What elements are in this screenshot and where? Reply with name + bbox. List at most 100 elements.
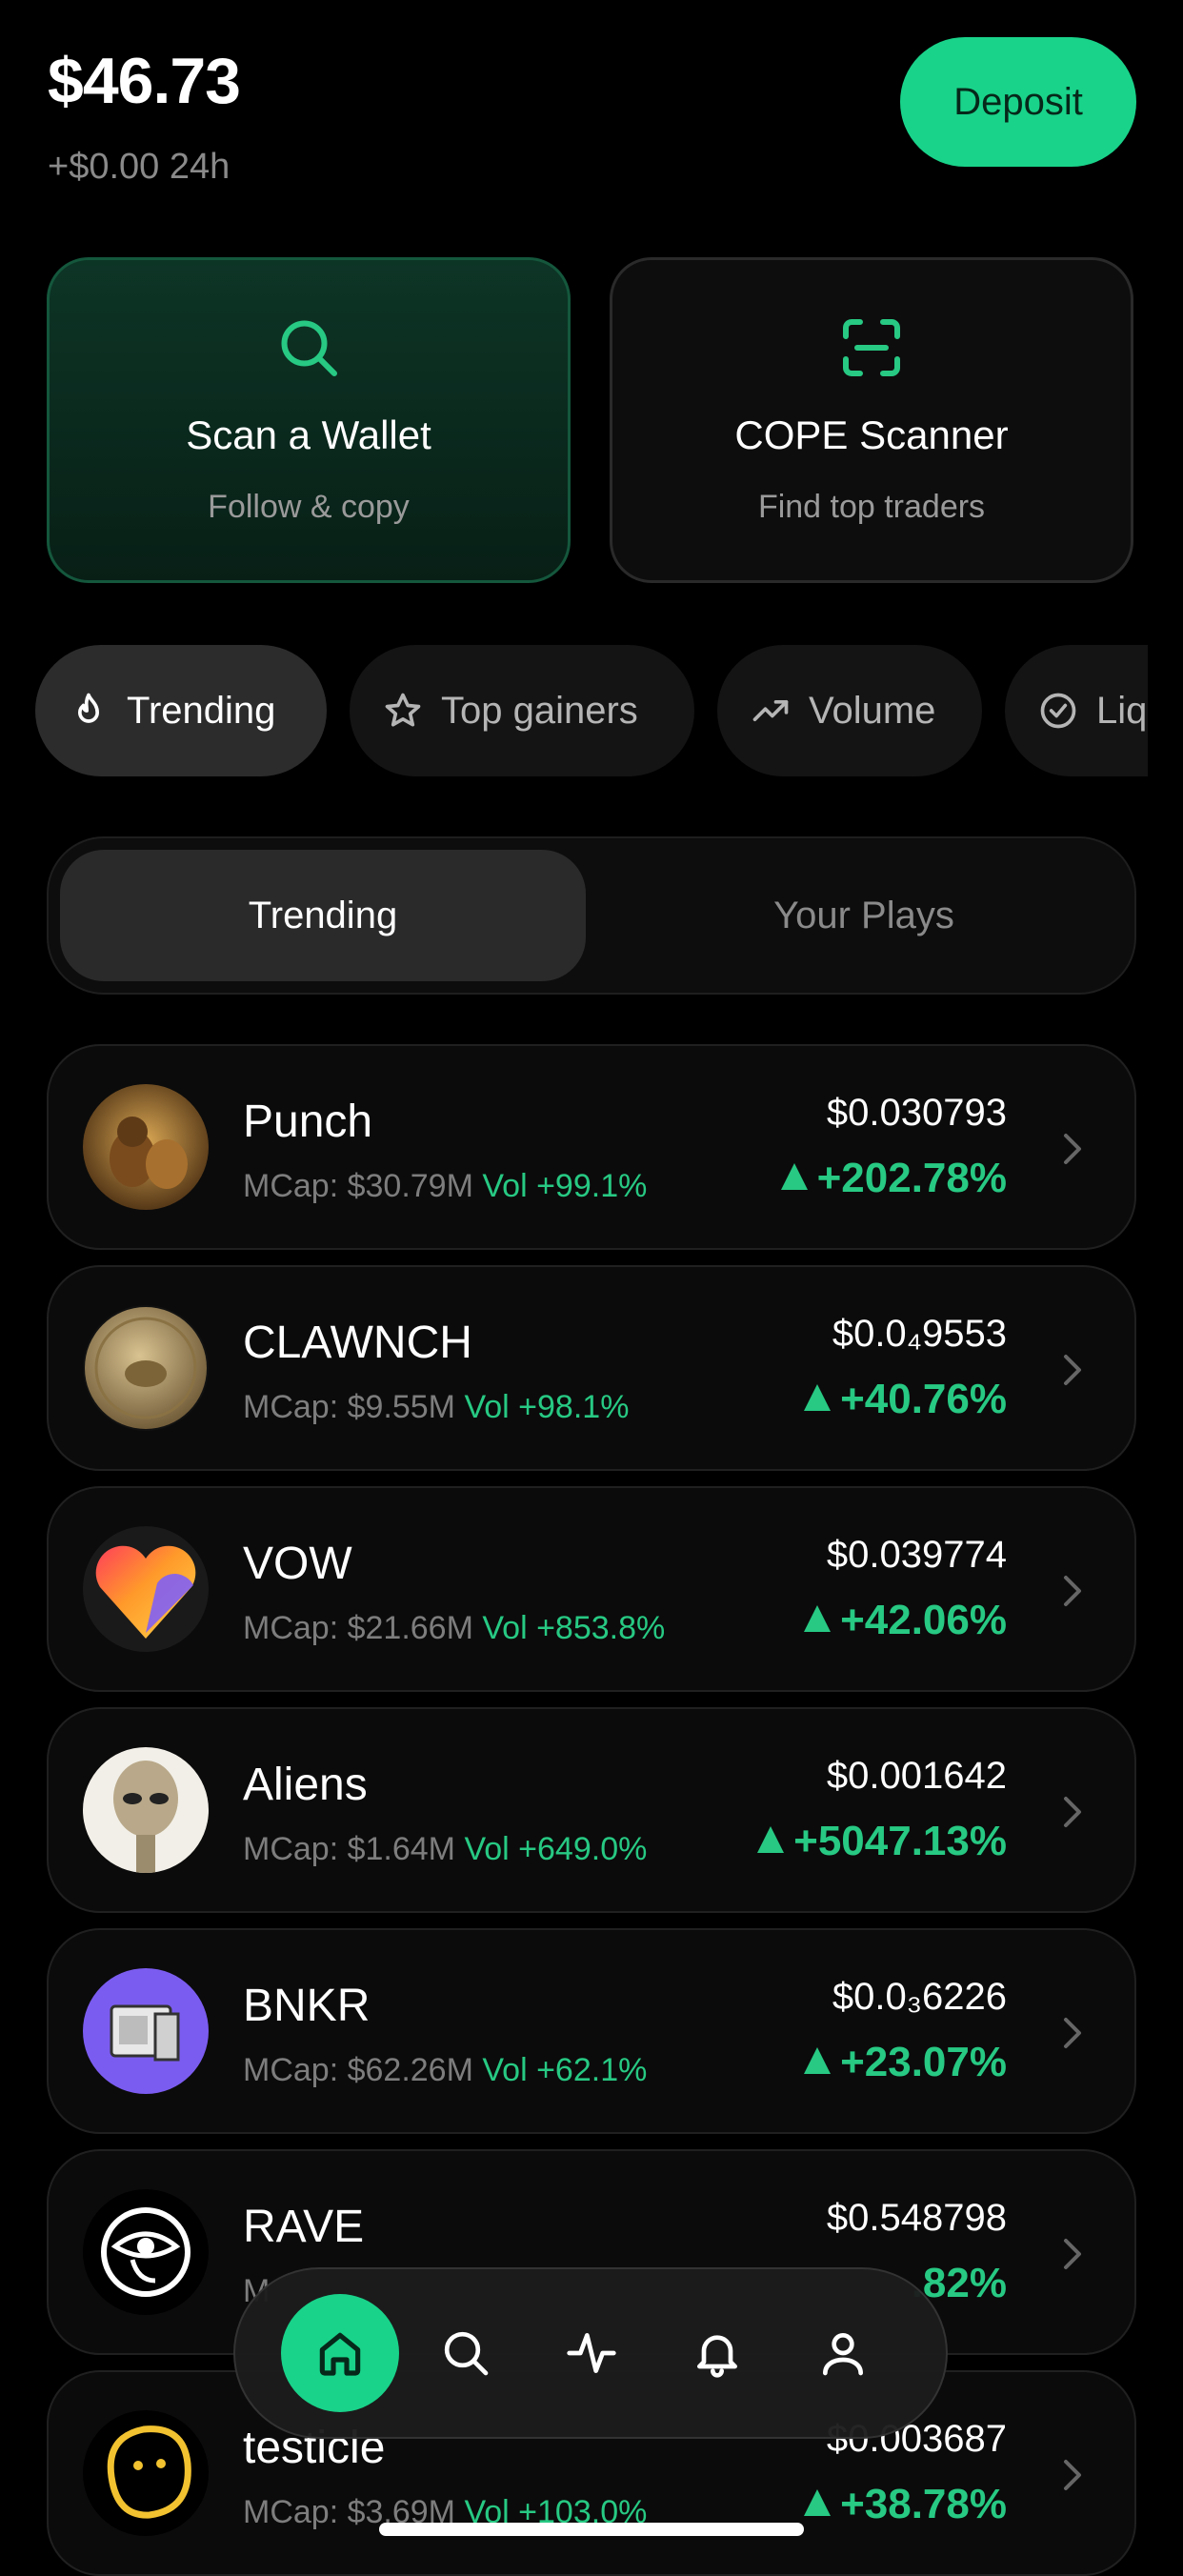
token-mcap: MCap: $21.66M <box>243 1610 473 1646</box>
token-row[interactable]: Aliens MCap: $1.64M Vol +649.0% $0.00164… <box>47 1707 1136 1913</box>
filter-chips: Trending Top gainers Volume Liq <box>35 645 1148 778</box>
scan-wallet-subtitle: Follow & copy <box>208 489 410 525</box>
deposit-button[interactable]: Deposit <box>900 37 1136 167</box>
chevron-right-icon <box>1064 1797 1081 1827</box>
token-meta: MCap: $62.26M Vol +62.1% <box>243 2052 647 2089</box>
scan-wallet-card[interactable]: Scan a Wallet Follow & copy <box>47 257 571 583</box>
up-triangle-icon <box>757 1826 785 1853</box>
token-meta: MCap: $21.66M Vol +853.8% <box>243 1610 665 1647</box>
token-row[interactable]: VOW MCap: $21.66M Vol +853.8% $0.039774 … <box>47 1486 1136 1692</box>
bell-icon <box>697 2335 737 2378</box>
token-row[interactable]: Punch MCap: $30.79M Vol +99.1% $0.030793… <box>47 1044 1136 1250</box>
token-volume: Vol +62.1% <box>482 2052 648 2088</box>
chevron-right-icon <box>1064 2018 1081 2048</box>
token-price: $0.0₃6226 <box>832 1976 1007 2018</box>
token-row[interactable]: BNKR MCap: $62.26M Vol +62.1% $0.0₃6226 … <box>47 1928 1136 2134</box>
home-icon <box>319 2332 361 2376</box>
bottom-nav-bar <box>233 2267 948 2439</box>
scan-icon <box>843 319 900 376</box>
chip-label: Volume <box>809 689 936 732</box>
up-triangle-icon <box>804 1605 832 1632</box>
token-meta: MCap: $1.64M Vol +649.0% <box>243 1831 647 1868</box>
token-price: $0.030793 <box>826 1092 1007 1134</box>
token-price: $0.039774 <box>826 1534 1007 1576</box>
token-volume: Vol +853.8% <box>482 1610 666 1646</box>
token-volume: Vol +649.0% <box>464 1831 648 1867</box>
balance-amount: $46.73 <box>48 45 241 117</box>
chip-liquidity[interactable]: Liq <box>1005 645 1148 776</box>
star-icon <box>385 693 421 727</box>
chip-label: Top gainers <box>441 689 638 732</box>
chevron-right-icon <box>1064 2239 1081 2269</box>
token-name: Aliens <box>243 1760 368 1810</box>
token-meta: MCap: $9.55M Vol +98.1% <box>243 1389 629 1426</box>
cope-scanner-title: COPE Scanner <box>734 413 1009 457</box>
token-logo <box>83 2410 209 2536</box>
token-change-value: +42.06% <box>840 1597 1007 1643</box>
scan-wallet-title: Scan a Wallet <box>186 413 431 457</box>
token-change-value: +202.78% <box>816 1155 1007 1201</box>
up-triangle-icon <box>804 1384 832 1411</box>
up-triangle-icon <box>804 2489 832 2516</box>
segmented-control: Trending Your Plays <box>47 836 1136 995</box>
token-name: VOW <box>243 1539 352 1589</box>
token-change: +202.78% <box>780 1155 1007 1202</box>
token-change: +38.78% <box>804 2481 1007 2528</box>
chip-label: Liq <box>1096 689 1148 732</box>
nav-activity[interactable] <box>532 2294 651 2412</box>
chip-label: Trending <box>127 689 276 732</box>
token-volume: Vol +98.1% <box>464 1389 630 1425</box>
up-triangle-icon <box>804 2047 832 2074</box>
check-badge-icon <box>1040 693 1076 729</box>
cope-scanner-subtitle: Find top traders <box>757 489 986 525</box>
cope-scanner-card[interactable]: COPE Scanner Find top traders <box>610 257 1133 583</box>
segment-trending[interactable]: Trending <box>60 850 586 981</box>
nav-search[interactable] <box>407 2294 525 2412</box>
token-logo <box>83 1084 209 1210</box>
activity-icon <box>567 2333 616 2373</box>
token-change-value: +5047.13% <box>793 1818 1007 1864</box>
token-name: Punch <box>243 1097 373 1147</box>
token-change: +5047.13% <box>757 1818 1007 1865</box>
token-logo <box>83 1747 209 1873</box>
balance-change-24h: +$0.00 24h <box>48 147 231 187</box>
up-triangle-icon <box>780 1163 808 1190</box>
chevron-right-icon <box>1064 2460 1081 2490</box>
search-icon <box>281 320 337 376</box>
nav-notifications[interactable] <box>658 2294 776 2412</box>
token-change-value: +23.07% <box>840 2039 1007 2085</box>
chevron-right-icon <box>1064 1576 1081 1606</box>
token-mcap: MCap: $30.79M <box>243 1168 473 1204</box>
segment-your-plays[interactable]: Your Plays <box>601 850 1127 981</box>
chip-trending[interactable]: Trending <box>35 645 327 776</box>
nav-profile[interactable] <box>784 2294 902 2412</box>
token-meta: MCap: $30.79M Vol +99.1% <box>243 1168 647 1205</box>
token-mcap: MCap: $9.55M <box>243 1389 455 1425</box>
token-name: CLAWNCH <box>243 1318 472 1368</box>
nav-home[interactable] <box>281 2294 399 2412</box>
search-icon <box>444 2331 489 2376</box>
token-price: $0.548798 <box>826 2197 1007 2239</box>
token-change: +42.06% <box>804 1597 1007 1644</box>
token-logo <box>83 1305 209 1431</box>
token-change-value: +40.76% <box>840 1376 1007 1422</box>
token-logo <box>83 1968 209 2094</box>
chevron-right-icon <box>1064 1134 1081 1164</box>
user-icon <box>823 2333 863 2376</box>
token-mcap: MCap: $62.26M <box>243 2052 473 2088</box>
home-indicator[interactable] <box>379 2523 804 2536</box>
token-change: +23.07% <box>804 2039 1007 2086</box>
token-name: RAVE <box>243 2202 365 2252</box>
token-mcap: MCap: $1.64M <box>243 1831 455 1867</box>
token-logo <box>83 2189 209 2315</box>
trend-up-icon <box>752 700 789 721</box>
chip-top-gainers[interactable]: Top gainers <box>350 645 694 776</box>
token-change: +40.76% <box>804 1376 1007 1423</box>
token-volume: Vol +99.1% <box>482 1168 648 1204</box>
chip-volume[interactable]: Volume <box>717 645 982 776</box>
token-price: $0.0₄9553 <box>832 1313 1007 1355</box>
token-price: $0.001642 <box>826 1755 1007 1797</box>
token-logo <box>83 1526 209 1652</box>
flame-icon <box>78 693 99 723</box>
token-row[interactable]: CLAWNCH MCap: $9.55M Vol +98.1% $0.0₄955… <box>47 1265 1136 1471</box>
